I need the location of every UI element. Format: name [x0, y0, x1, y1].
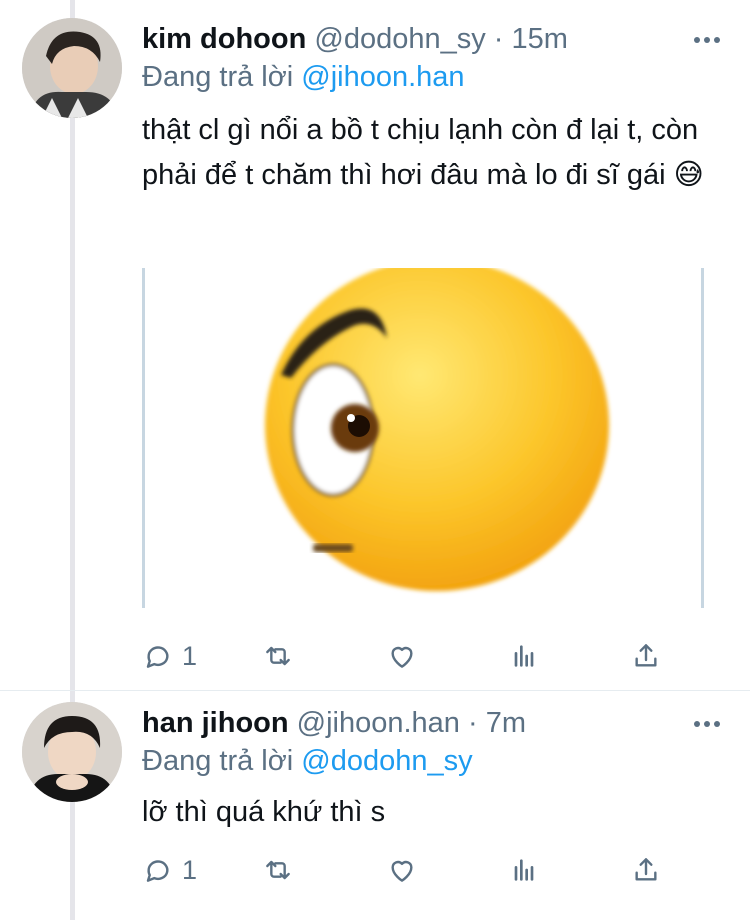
more-icon[interactable] — [694, 719, 720, 729]
avatar[interactable] — [22, 18, 122, 118]
avatar[interactable] — [22, 702, 122, 802]
eyebrow-raised-emoji-image — [265, 259, 609, 591]
tweet-actions: 1 — [142, 638, 672, 674]
replying-to-mention[interactable]: @dodohn_sy — [301, 745, 472, 777]
retweet-button[interactable] — [262, 852, 294, 888]
reply-icon — [146, 646, 169, 668]
replying-to-label: Đang trả lời — [142, 61, 294, 93]
author-handle[interactable]: @dodohn_sy — [314, 23, 485, 55]
retweet-icon — [266, 860, 290, 880]
tweet-2[interactable]: han jihoon @jihoon.han · 7m Đang trả lời… — [0, 690, 750, 920]
reply-icon — [146, 860, 169, 882]
like-button[interactable] — [386, 638, 418, 674]
timestamp[interactable]: 15m — [512, 23, 568, 55]
reply-count: 1 — [182, 854, 198, 885]
tweet-header: kim dohoon @dodohn_sy · 15m — [142, 22, 568, 56]
author-name[interactable]: han jihoon — [142, 707, 289, 739]
replying-to-mention[interactable]: @jihoon.han — [301, 61, 464, 93]
replying-to: Đang trả lời @dodohn_sy — [142, 744, 473, 778]
reply-button[interactable]: 1 — [142, 852, 197, 888]
more-icon[interactable] — [694, 35, 720, 45]
tweet-header: han jihoon @jihoon.han · 7m — [142, 706, 526, 740]
analytics-icon — [514, 645, 534, 667]
retweet-icon — [266, 646, 290, 666]
author-name[interactable]: kim dohoon — [142, 23, 306, 55]
reply-button[interactable]: 1 — [142, 638, 197, 674]
tweet-actions: 1 — [142, 852, 672, 888]
replying-to-label: Đang trả lời — [142, 745, 294, 777]
author-handle[interactable]: @jihoon.han — [297, 707, 460, 739]
analytics-button[interactable] — [508, 638, 540, 674]
tweet-media-image[interactable] — [142, 259, 704, 608]
like-icon — [391, 860, 413, 882]
share-button[interactable] — [630, 852, 662, 888]
like-icon — [391, 646, 413, 668]
share-icon — [635, 858, 657, 881]
analytics-icon — [514, 859, 534, 881]
separator-dot: · — [493, 23, 504, 55]
tweet-text: lỡ thì quá khứ thì s — [142, 796, 386, 828]
replying-to: Đang trả lời @jihoon.han — [142, 60, 465, 94]
share-icon — [635, 644, 657, 667]
tweet-text: thật cl gì nổi a bồ t chịu lạnh còn đ lạ… — [142, 114, 704, 191]
like-button[interactable] — [386, 852, 418, 888]
retweet-button[interactable] — [262, 638, 294, 674]
analytics-button[interactable] — [508, 852, 540, 888]
share-button[interactable] — [630, 638, 662, 674]
reply-count: 1 — [182, 640, 198, 671]
timestamp[interactable]: 7m — [486, 707, 526, 739]
tweet-1[interactable]: kim dohoon @dodohn_sy · 15m Đang trả lời… — [0, 0, 750, 690]
separator-dot: · — [468, 707, 478, 739]
